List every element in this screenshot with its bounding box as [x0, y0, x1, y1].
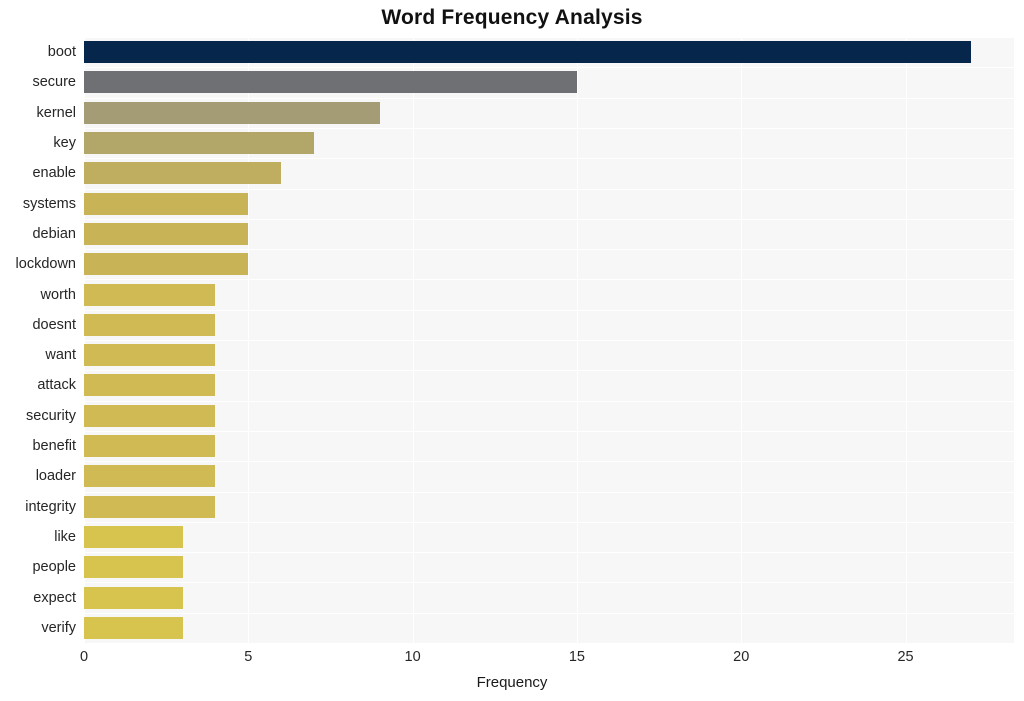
y-axis-tick-label: security	[26, 407, 76, 424]
bar	[84, 616, 183, 639]
gridline-horizontal	[84, 98, 1014, 99]
bar	[84, 586, 183, 609]
y-axis-tick-label: kernel	[36, 104, 77, 121]
x-axis-tick-label: 0	[79, 649, 89, 665]
x-axis-tick-label: 15	[568, 649, 585, 665]
y-axis-tick-label: benefit	[32, 438, 76, 455]
y-axis-tick-label: doesnt	[32, 316, 76, 333]
bar	[84, 435, 216, 458]
y-axis-tick-label: people	[32, 559, 76, 576]
y-axis-tick-label: attack	[37, 377, 76, 394]
bar	[84, 495, 216, 518]
gridline-horizontal	[84, 401, 1014, 402]
gridline-horizontal	[84, 461, 1014, 462]
bar	[84, 41, 972, 64]
x-axis-tick-label: 20	[733, 649, 750, 665]
bar	[84, 525, 183, 548]
x-axis-tick-labels: 0 5 10 15 20 25	[80, 649, 1014, 672]
bar	[84, 313, 216, 336]
x-axis-tick-label: 10	[404, 649, 421, 665]
gridline-horizontal	[84, 582, 1014, 583]
x-axis-title: Frequency	[476, 674, 548, 691]
y-axis-tick-label: worth	[40, 286, 76, 303]
y-axis-tick-label: secure	[32, 74, 76, 91]
bar	[84, 253, 249, 276]
plot-area	[84, 37, 1014, 643]
gridline-horizontal	[84, 219, 1014, 220]
gridline-horizontal	[84, 370, 1014, 371]
y-axis-tick-label: want	[45, 347, 76, 364]
y-axis-tick-label: debian	[32, 225, 76, 242]
bar	[84, 374, 216, 397]
gridline-horizontal	[84, 37, 1014, 38]
y-axis-tick-label: enable	[32, 165, 76, 182]
gridline-horizontal	[84, 249, 1014, 250]
bar	[84, 465, 216, 488]
gridline-horizontal	[84, 67, 1014, 68]
x-axis-tick-label: 5	[244, 649, 253, 665]
y-axis-tick-label: loader	[35, 468, 76, 485]
bar	[84, 404, 216, 427]
gridline-horizontal	[84, 310, 1014, 311]
gridline-horizontal	[84, 189, 1014, 190]
bar	[84, 162, 282, 185]
y-axis-tick-label: lockdown	[15, 256, 76, 273]
gridline-horizontal	[84, 431, 1014, 432]
bar	[84, 283, 216, 306]
y-axis-tick-label: integrity	[25, 498, 76, 515]
y-axis-tick-label: like	[54, 528, 76, 545]
x-axis-tick-label: 25	[897, 649, 914, 665]
bar	[84, 132, 315, 155]
bar	[84, 71, 577, 94]
gridline-horizontal	[84, 522, 1014, 523]
gridline-horizontal	[84, 158, 1014, 159]
gridline-horizontal	[84, 340, 1014, 341]
bar	[84, 101, 380, 124]
bar	[84, 222, 249, 245]
gridline-horizontal	[84, 279, 1014, 280]
word-frequency-chart: Word Frequency Analysis boot secure kernel…	[0, 0, 1024, 701]
y-axis-tick-label: systems	[22, 195, 76, 212]
chart-title: Word Frequency Analysis	[381, 6, 643, 29]
gridline-horizontal	[84, 128, 1014, 129]
y-axis-tick-label: verify	[41, 619, 76, 636]
bar	[84, 344, 216, 367]
y-axis-tick-label: boot	[47, 44, 76, 61]
y-axis-tick-label: key	[53, 135, 76, 152]
y-axis-tick-label: expect	[33, 589, 76, 606]
y-axis-tick-labels: boot secure kernel key enable systems debian lo…	[0, 37, 76, 643]
gridline-horizontal	[84, 552, 1014, 553]
bar	[84, 556, 183, 579]
gridline-horizontal	[84, 613, 1014, 614]
gridline-horizontal	[84, 492, 1014, 493]
bar	[84, 192, 249, 215]
